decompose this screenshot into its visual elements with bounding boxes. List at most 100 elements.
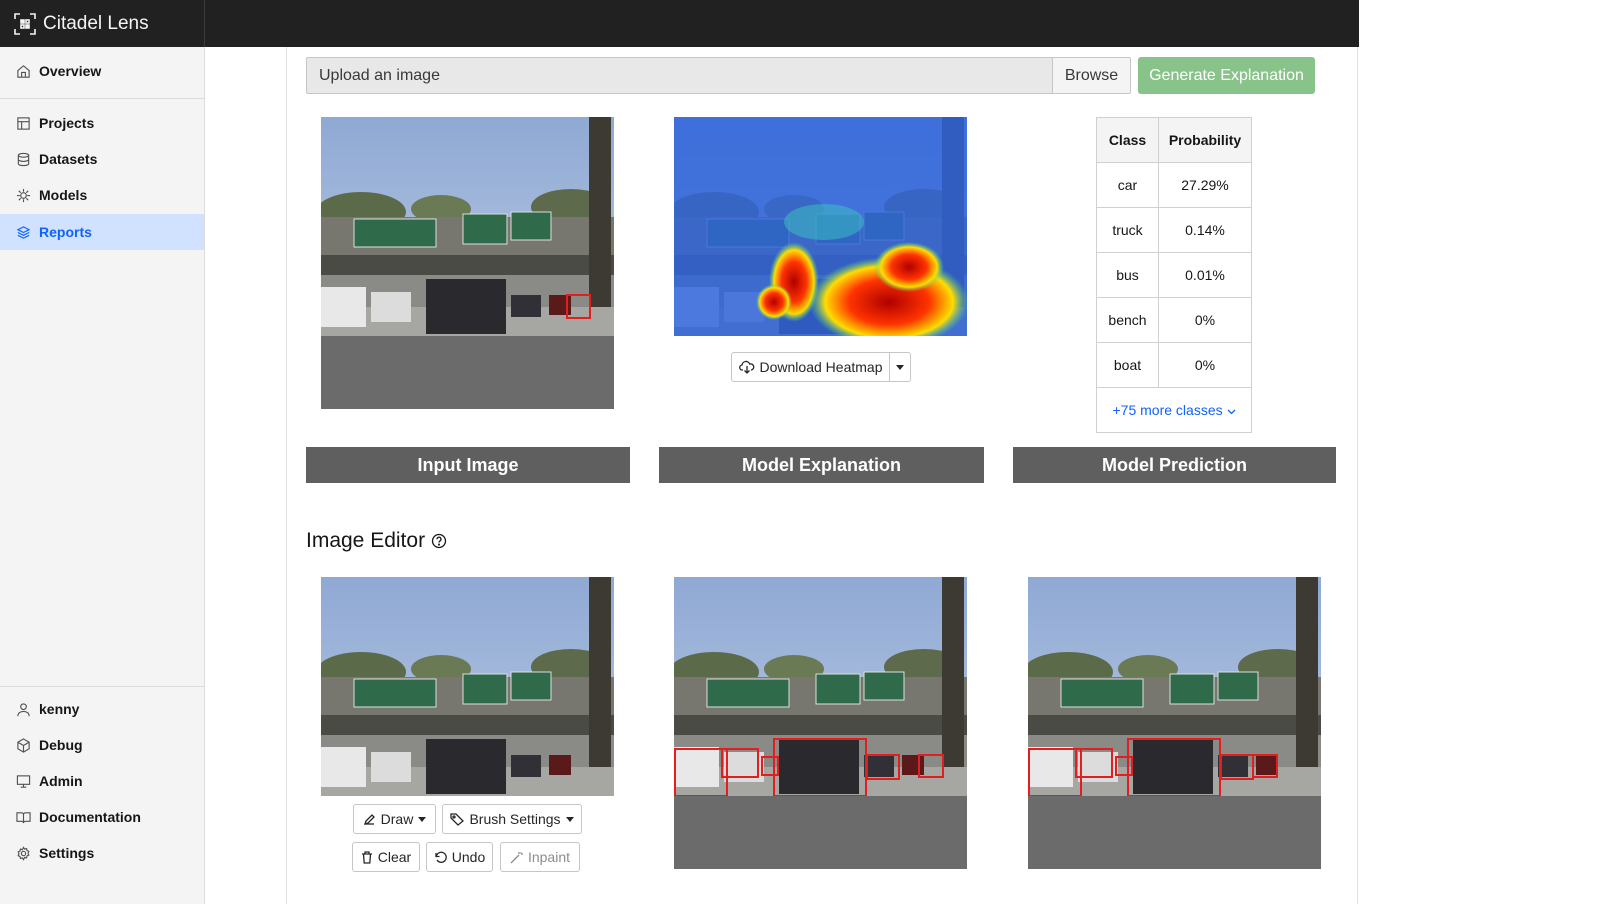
brush-settings-dropdown[interactable]: Brush Settings [442, 804, 582, 834]
sidebar-item-label: Projects [39, 115, 95, 131]
download-heatmap-button[interactable]: Download Heatmap [731, 352, 911, 382]
sidebar-item-documentation[interactable]: Documentation [0, 799, 204, 835]
sidebar-item-label: Models [39, 187, 88, 203]
sidebar-item-settings[interactable]: Settings [0, 835, 204, 871]
inpaint-label: Inpaint [527, 849, 571, 865]
chevron-down-icon [1227, 409, 1235, 415]
database-icon [17, 152, 30, 166]
home-icon [17, 64, 30, 78]
table-icon [17, 116, 30, 130]
detection-result-photo [674, 577, 967, 796]
input-image-photo [321, 117, 614, 336]
sidebar-item-datasets[interactable]: Datasets [0, 141, 204, 177]
clear-label: Clear [377, 849, 412, 865]
probability-cell: 27.29% [1158, 162, 1252, 208]
table-header-row: Class Probability [1096, 117, 1252, 163]
app-brand[interactable]: Citadel Lens [0, 0, 205, 47]
table-row: car 27.29% [1096, 162, 1252, 208]
brush-icon [450, 812, 465, 826]
sidebar-item-reports[interactable]: Reports [0, 214, 204, 250]
editor-canvas[interactable] [321, 577, 614, 796]
sidebar-item-user[interactable]: kenny [0, 691, 204, 727]
cube-icon [17, 737, 30, 753]
cloud-download-icon [738, 360, 754, 374]
upload-placeholder[interactable]: Upload an image [307, 67, 1052, 85]
browse-button[interactable]: Browse [1052, 58, 1130, 93]
input-image [321, 117, 614, 409]
model-icon [16, 188, 31, 202]
column-header: Probability [1158, 117, 1252, 163]
editor-result-image-2 [1028, 577, 1321, 869]
sidebar-item-label: Overview [39, 63, 102, 79]
generate-explanation-button[interactable]: Generate Explanation [1138, 57, 1315, 94]
draw-dropdown[interactable]: Draw [353, 804, 436, 834]
panel-label-explanation: Model Explanation [659, 447, 984, 483]
image-editor-title: Image Editor [306, 529, 447, 553]
class-cell: bus [1096, 252, 1159, 298]
column-header: Class [1096, 117, 1159, 163]
probability-cell: 0.14% [1158, 207, 1252, 253]
sidebar-item-label: Reports [39, 224, 92, 240]
upload-field[interactable]: Upload an image Browse [306, 57, 1131, 94]
sidebar-item-debug[interactable]: Debug [0, 727, 204, 763]
class-cell: car [1096, 162, 1159, 208]
sidebar-item-label: Admin [39, 773, 83, 789]
table-row: +75 more classes [1096, 387, 1252, 433]
help-icon[interactable] [431, 533, 447, 549]
more-classes-link[interactable]: +75 more classes [1096, 387, 1252, 433]
editor-result-image-1 [674, 577, 967, 869]
class-cell: truck [1096, 207, 1159, 253]
sidebar-item-projects[interactable]: Projects [0, 105, 204, 141]
sidebar-item-label: Documentation [39, 809, 141, 825]
caret-down-icon [565, 816, 574, 822]
draw-label: Draw [380, 811, 414, 827]
book-icon [16, 811, 31, 823]
table-row: truck 0.14% [1096, 207, 1252, 253]
download-heatmap-main[interactable]: Download Heatmap [732, 353, 890, 381]
heatmap-image [674, 117, 967, 336]
panel-label-prediction: Model Prediction [1013, 447, 1336, 483]
undo-button[interactable]: Undo [426, 842, 493, 872]
sidebar-item-label: Debug [39, 737, 83, 753]
download-options-caret[interactable] [890, 364, 910, 370]
pencil-icon [363, 813, 375, 825]
editor-image [321, 577, 614, 796]
prediction-table: Class Probability car 27.29% truck 0.14%… [1096, 117, 1252, 433]
magic-wand-icon [510, 851, 523, 863]
sidebar-divider [0, 686, 204, 687]
sidebar-item-label: Datasets [39, 151, 98, 167]
class-cell: bench [1096, 297, 1159, 343]
sidebar-divider [0, 98, 204, 99]
undo-label: Undo [451, 849, 486, 865]
probability-cell: 0% [1158, 297, 1252, 343]
class-cell: boat [1096, 342, 1159, 388]
image-editor-heading: Image Editor [306, 529, 426, 552]
clear-button[interactable]: Clear [352, 842, 420, 872]
table-row: boat 0% [1096, 342, 1252, 388]
gear-icon [17, 845, 30, 861]
sidebar-item-admin[interactable]: Admin [0, 763, 204, 799]
probability-cell: 0.01% [1158, 252, 1252, 298]
sidebar-item-models[interactable]: Models [0, 177, 204, 213]
download-heatmap-label: Download Heatmap [759, 359, 883, 375]
inpaint-button[interactable]: Inpaint [500, 842, 580, 872]
top-bar: Citadel Lens [0, 0, 1359, 47]
logo-icon [14, 12, 36, 35]
sidebar-item-overview[interactable]: Overview [0, 53, 204, 89]
user-icon [17, 702, 30, 716]
layers-icon [16, 225, 31, 239]
caret-down-icon [418, 816, 427, 822]
panel-label-input: Input Image [306, 447, 630, 483]
sidebar: Overview Projects Datasets Models Report… [0, 47, 205, 904]
brush-settings-label: Brush Settings [469, 811, 561, 827]
undo-icon [435, 851, 447, 863]
more-classes-label: +75 more classes [1112, 402, 1223, 418]
detection-result-photo [1028, 577, 1321, 796]
heatmap-overlay [674, 117, 967, 336]
app-title: Citadel Lens [43, 12, 149, 34]
caret-down-icon [896, 364, 904, 370]
trash-icon [361, 850, 372, 864]
sidebar-item-label: kenny [39, 701, 80, 717]
monitor-icon [16, 774, 31, 788]
table-row: bench 0% [1096, 297, 1252, 343]
